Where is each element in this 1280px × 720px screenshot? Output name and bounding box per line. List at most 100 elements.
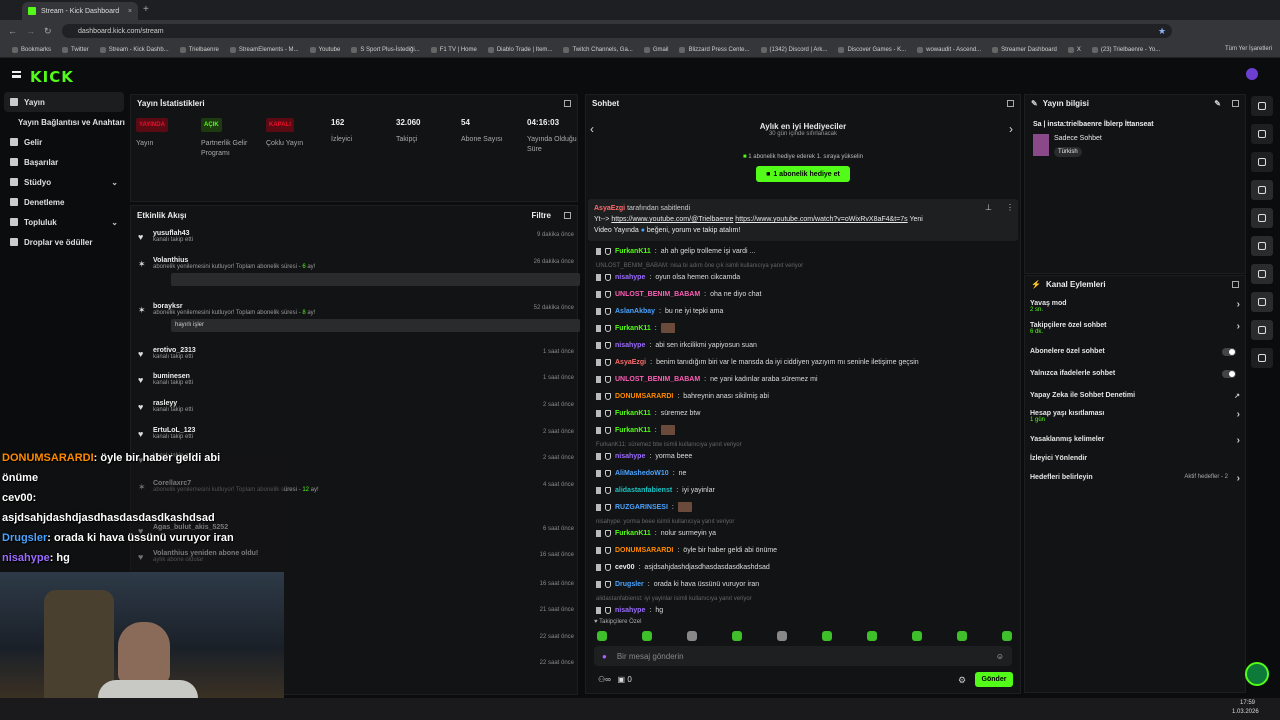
pinned-link[interactable]: https://www.youtube.com/@Trielbaenre — [611, 216, 733, 223]
toggle-switch[interactable] — [1222, 348, 1236, 356]
chevron-right-icon[interactable]: › — [1237, 322, 1240, 332]
chevron-right-icon[interactable]: › — [1237, 474, 1240, 484]
pin-action-icon[interactable] — [596, 375, 601, 383]
expand-icon[interactable] — [1007, 99, 1014, 107]
sidebar-item[interactable]: Stüdyo ⌄ — [0, 172, 128, 192]
pin-action-icon[interactable] — [596, 546, 601, 554]
bookmark-item[interactable]: F1 TV | Home — [430, 46, 477, 53]
channel-action[interactable]: Yasaklanmış kelimeler › — [1030, 436, 1240, 446]
sidebar-item[interactable]: Başarılar — [0, 152, 128, 172]
pin-action-icon[interactable] — [596, 273, 601, 281]
channel-action[interactable]: İzleyici Yönlendir — [1030, 455, 1240, 462]
emote-icon[interactable] — [732, 631, 742, 641]
close-tab-icon[interactable]: × — [128, 8, 132, 15]
chat-username[interactable]: AslanAkbay — [615, 308, 655, 315]
bookmark-item[interactable]: Trielbaenre — [179, 46, 219, 53]
info-icon[interactable] — [1251, 96, 1273, 116]
bookmark-item[interactable]: (23) Trielbaenre - Yo... — [1091, 46, 1160, 53]
pin-action-icon[interactable] — [596, 426, 601, 434]
emote-icon[interactable] — [1002, 631, 1012, 641]
send-button[interactable]: Gönder — [975, 672, 1013, 687]
expand-icon[interactable] — [1232, 280, 1239, 288]
menu-icon[interactable] — [12, 71, 21, 78]
toggle-switch[interactable] — [1222, 370, 1236, 378]
chat-username[interactable]: UNLOST_BENIM_BABAM — [615, 291, 700, 298]
sidebar-item[interactable]: Yayın — [4, 92, 124, 112]
bookmark-item[interactable]: Twitch Channels, Ga... — [563, 46, 633, 53]
wrench-icon[interactable] — [1251, 320, 1273, 340]
pin-action-icon[interactable] — [596, 392, 601, 400]
chevron-right-icon[interactable]: › — [1237, 410, 1240, 420]
bookmark-item[interactable]: Twitter — [62, 46, 89, 53]
document-icon[interactable] — [1251, 208, 1273, 228]
microphone-icon[interactable]: ● — [602, 652, 607, 661]
chat-username[interactable]: DONUMSARARDI — [615, 393, 673, 400]
chat-input[interactable]: ● Bir mesaj gönderin ☺ — [594, 646, 1012, 666]
pin-action-icon[interactable] — [596, 324, 601, 332]
channel-action[interactable]: Takipçilere özel sohbet 6 dk. › — [1030, 322, 1240, 336]
sidebar-item[interactable]: Gelir — [0, 132, 128, 152]
chevron-down-icon[interactable]: ⌄ — [111, 218, 118, 227]
emote-icon[interactable] — [687, 631, 697, 641]
emote-icon[interactable] — [777, 631, 787, 641]
expand-icon[interactable] — [1232, 99, 1239, 107]
pin-action-icon[interactable] — [596, 409, 601, 417]
pin-action-icon[interactable] — [596, 341, 601, 349]
chat-username[interactable]: alidastanfabienst — [615, 487, 672, 494]
expand-icon[interactable] — [564, 99, 571, 107]
channel-action[interactable]: Yapay Zeka ile Sohbet Denetimi ↗ — [1030, 392, 1240, 400]
chat-username[interactable]: nisahype — [615, 342, 645, 349]
pin-action-icon[interactable] — [596, 307, 601, 315]
filter-button[interactable]: Filtre — [531, 211, 551, 220]
back-icon[interactable]: ← — [8, 26, 17, 36]
reload-icon[interactable]: ↻ — [44, 26, 52, 37]
gift-subscription-button[interactable]: ■ 1 abonelik hediye et — [756, 166, 850, 182]
new-tab-button[interactable]: + — [143, 4, 149, 15]
chat-username[interactable]: FurkanK11 — [615, 248, 651, 255]
bookmark-item[interactable]: StreamElements - M... — [229, 46, 299, 53]
calendar-icon[interactable] — [1251, 292, 1273, 312]
channel-action[interactable]: Hesap yaşı kısıtlaması 1 gün › — [1030, 410, 1240, 424]
emote-icon[interactable] — [957, 631, 967, 641]
bolt-icon[interactable] — [1251, 180, 1273, 200]
chat-username[interactable]: UNLOST_BENIM_BABAM — [615, 376, 700, 383]
pin-action-icon[interactable] — [596, 580, 601, 588]
chat-username[interactable]: nisahype — [615, 274, 645, 281]
more-icon[interactable]: ⋮ — [1006, 203, 1014, 212]
bookmark-star-icon[interactable]: ★ — [1158, 26, 1166, 37]
chat-username[interactable]: AsyaEzgi — [615, 359, 646, 366]
category-thumbnail[interactable] — [1033, 134, 1049, 156]
points-display[interactable]: ⚇∞ ▣ 0 — [598, 675, 632, 684]
bookmark-item[interactable]: Gmail — [643, 46, 668, 53]
sidebar-item[interactable]: Denetleme — [0, 192, 128, 212]
pin-action-icon[interactable] — [596, 563, 601, 571]
pin-action-icon[interactable] — [596, 529, 601, 537]
emote-icon[interactable] — [867, 631, 877, 641]
chevron-right-icon[interactable]: › — [1237, 436, 1240, 446]
sidebar-item[interactable]: Topluluk ⌄ — [0, 212, 128, 232]
floating-green-button[interactable] — [1245, 662, 1269, 686]
expand-icon[interactable] — [564, 211, 571, 219]
pin-action-icon[interactable] — [596, 503, 601, 511]
channel-action[interactable]: Yalnızca ifadelerle sohbet — [1030, 370, 1240, 378]
pin-icon[interactable]: ⊥ — [985, 203, 992, 212]
bookmark-item[interactable]: Diablo Trade | Item... — [487, 46, 552, 53]
chat-username[interactable]: FurkanK11 — [615, 530, 651, 537]
chat-icon[interactable] — [1251, 236, 1273, 256]
channel-action[interactable]: Hedefleri belirleyin › Aktif hedefler - 2 — [1030, 474, 1240, 484]
pin-action-icon[interactable] — [596, 290, 601, 298]
user-avatar[interactable] — [1246, 68, 1258, 80]
bookmark-item[interactable]: (1342) Discord | Ark... — [760, 46, 827, 53]
forward-icon[interactable]: → — [26, 26, 35, 36]
bookmark-item[interactable]: Streamer Dashboard — [992, 46, 1057, 53]
bookmark-item[interactable]: X — [1067, 46, 1081, 53]
emote-icon[interactable] — [822, 631, 832, 641]
bookmark-item[interactable]: Blizzard Press Cente... — [679, 46, 750, 53]
pin-action-icon[interactable] — [596, 358, 601, 366]
link-icon[interactable] — [1251, 264, 1273, 284]
edit-icon[interactable]: ✎ — [1214, 99, 1221, 108]
camera-icon[interactable] — [1251, 152, 1273, 172]
chat-username[interactable]: cev00 — [615, 564, 634, 571]
url-text[interactable]: dashboard.kick.com/stream — [78, 28, 164, 35]
emote-icon[interactable] — [642, 631, 652, 641]
